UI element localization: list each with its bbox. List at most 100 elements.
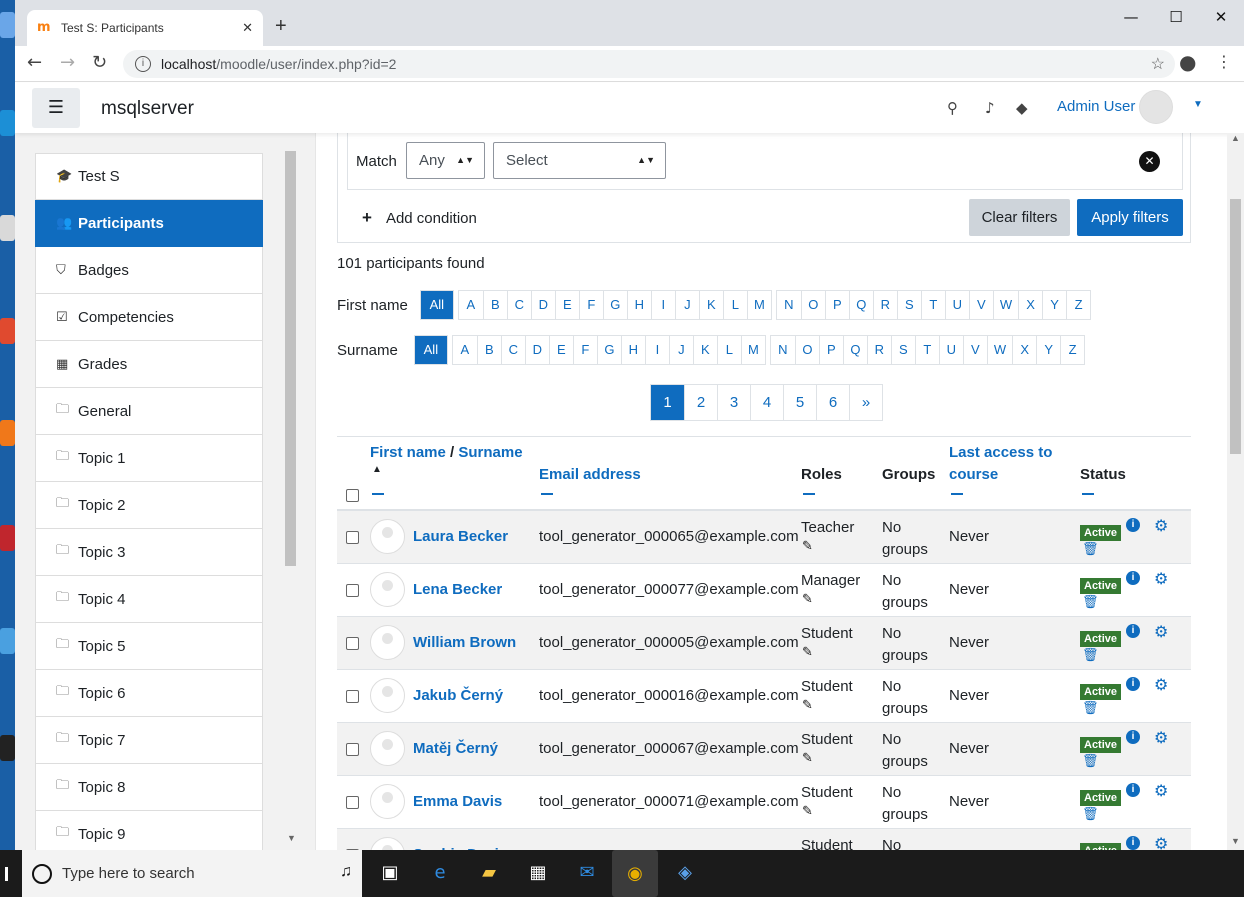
task-view-icon[interactable]: ▣ (375, 858, 405, 888)
sidebar-item-topic-4[interactable]: 🗀 Topic 4 (35, 576, 263, 623)
surname-initial-l[interactable]: L (716, 336, 741, 364)
firstname-initial-y[interactable]: Y (1042, 291, 1066, 319)
search-icon[interactable]: ⚲ (947, 99, 958, 117)
surname-initial-m[interactable]: M (740, 336, 765, 364)
row-select-checkbox[interactable] (346, 796, 359, 809)
hide-column-icon[interactable] (372, 493, 384, 495)
edit-enrolment-gear-icon[interactable]: ⚙ (1154, 728, 1168, 747)
participant-name-link[interactable]: William Brown (413, 634, 516, 651)
desktop-shortcut-icon[interactable] (0, 110, 15, 136)
surname-initial-d[interactable]: D (524, 336, 549, 364)
firstname-initial-j[interactable]: J (674, 291, 699, 319)
sort-lastaccess-link-2[interactable]: course (949, 466, 998, 483)
desktop-shortcut-icon[interactable] (0, 12, 15, 38)
filter-type-select[interactable]: Select ▲▼ (493, 142, 666, 179)
back-arrow-icon[interactable]: ← (27, 52, 42, 73)
page-link-5[interactable]: 5 (783, 385, 816, 420)
surname-initial-e[interactable]: E (548, 336, 573, 364)
sort-lastaccess-link[interactable]: Last access to (949, 444, 1052, 461)
enrolment-info-icon[interactable]: i (1126, 730, 1140, 744)
surname-initial-x[interactable]: X (1012, 336, 1036, 364)
sort-firstname-link[interactable]: First name (370, 444, 446, 461)
desktop-shortcut-icon[interactable] (0, 318, 15, 344)
mail-icon[interactable]: ✉ (572, 858, 602, 888)
sidebar-item-topic-8[interactable]: 🗀 Topic 8 (35, 764, 263, 811)
chrome-browser-icon[interactable]: ◉ (612, 850, 658, 897)
firstname-initial-m[interactable]: M (746, 291, 771, 319)
firstname-initial-x[interactable]: X (1018, 291, 1042, 319)
row-select-checkbox[interactable] (346, 584, 359, 597)
page-scrollbar[interactable]: ▲ ▼ (1227, 133, 1244, 850)
site-name[interactable]: msqlserver (101, 98, 194, 120)
close-window-button[interactable]: ✕ (1198, 8, 1244, 30)
surname-initial-w[interactable]: W (986, 336, 1012, 364)
firstname-initial-q[interactable]: Q (848, 291, 873, 319)
participant-name-link[interactable]: Matěj Černý (413, 740, 498, 757)
unenrol-trash-icon[interactable]: 🗑 (1082, 595, 1099, 610)
reload-icon[interactable]: ↻ (92, 52, 107, 73)
sidebar-item-topic-9[interactable]: 🗀 Topic 9 (35, 811, 263, 850)
page-link-1[interactable]: 1 (651, 385, 684, 420)
add-condition-button[interactable]: + Add condition (362, 208, 477, 228)
surname-initial-p[interactable]: P (818, 336, 843, 364)
profile-icon[interactable]: ● (1179, 50, 1196, 74)
firstname-initial-all[interactable]: All (420, 291, 453, 319)
sidebar-item-topic-5[interactable]: 🗀 Topic 5 (35, 623, 263, 670)
sidebar-item-topic-3[interactable]: 🗀 Topic 3 (35, 529, 263, 576)
edge-browser-icon[interactable]: e (425, 858, 455, 888)
edit-enrolment-gear-icon[interactable]: ⚙ (1154, 622, 1168, 641)
participant-name-link[interactable]: Lena Becker (413, 581, 502, 598)
store-icon[interactable]: ▦ (523, 858, 553, 888)
surname-initial-z[interactable]: Z (1060, 336, 1084, 364)
surname-initial-n[interactable]: N (771, 336, 795, 364)
desktop-shortcut-icon[interactable] (0, 735, 15, 761)
page-link-3[interactable]: 3 (717, 385, 750, 420)
surname-initial-u[interactable]: U (938, 336, 963, 364)
firstname-initial-o[interactable]: O (800, 291, 825, 319)
surname-initial-f[interactable]: F (572, 336, 597, 364)
page-link-4[interactable]: 4 (750, 385, 783, 420)
edit-roles-pencil-icon[interactable]: ✎ (802, 804, 813, 819)
edit-roles-pencil-icon[interactable]: ✎ (802, 645, 813, 660)
select-all-checkbox[interactable] (346, 489, 359, 502)
row-select-checkbox[interactable] (346, 690, 359, 703)
sidebar-item-topic-2[interactable]: 🗀 Topic 2 (35, 482, 263, 529)
drawer-toggle-button[interactable]: ☰ (32, 88, 80, 128)
firstname-initial-d[interactable]: D (530, 291, 555, 319)
firstname-initial-n[interactable]: N (777, 291, 801, 319)
drawer-scrollbar[interactable] (285, 151, 296, 566)
clear-filters-button[interactable]: Clear filters (969, 199, 1070, 236)
sort-email-link[interactable]: Email address (539, 466, 641, 483)
minimize-button[interactable]: — (1108, 8, 1154, 30)
sidebar-item-competencies[interactable]: ☑ Competencies (35, 294, 263, 341)
avatar[interactable] (370, 678, 405, 713)
app-icon[interactable]: ◈ (670, 858, 700, 888)
firstname-initial-i[interactable]: I (650, 291, 675, 319)
windows-start-icon[interactable] (0, 867, 8, 881)
desktop-shortcut-icon[interactable] (0, 215, 15, 241)
participant-name-link[interactable]: Emma Davis (413, 793, 502, 810)
surname-initial-r[interactable]: R (866, 336, 891, 364)
firstname-initial-b[interactable]: B (482, 291, 507, 319)
edit-enrolment-gear-icon[interactable]: ⚙ (1154, 569, 1168, 588)
edit-roles-pencil-icon[interactable]: ✎ (802, 698, 813, 713)
firstname-initial-l[interactable]: L (722, 291, 747, 319)
surname-initial-g[interactable]: G (596, 336, 621, 364)
microphone-icon[interactable]: ♫ (340, 863, 352, 881)
taskbar-search[interactable]: Type here to search ♫ (22, 850, 362, 897)
match-select[interactable]: Any ▲▼ (406, 142, 485, 179)
scroll-down-arrow-icon[interactable]: ▼ (1231, 836, 1240, 846)
avatar[interactable] (1139, 90, 1173, 124)
firstname-initial-r[interactable]: R (872, 291, 897, 319)
firstname-initial-p[interactable]: P (824, 291, 849, 319)
maximize-button[interactable]: ☐ (1153, 8, 1199, 30)
enrolment-info-icon[interactable]: i (1126, 518, 1140, 532)
avatar[interactable] (370, 837, 405, 850)
firstname-initial-e[interactable]: E (554, 291, 579, 319)
site-info-icon[interactable]: i (135, 56, 151, 72)
sidebar-item-test-s[interactable]: 🎓 Test S (35, 153, 263, 200)
hide-column-icon[interactable] (1082, 493, 1094, 495)
firstname-initial-k[interactable]: K (698, 291, 723, 319)
surname-initial-all[interactable]: All (414, 336, 447, 364)
firstname-initial-a[interactable]: A (459, 291, 483, 319)
